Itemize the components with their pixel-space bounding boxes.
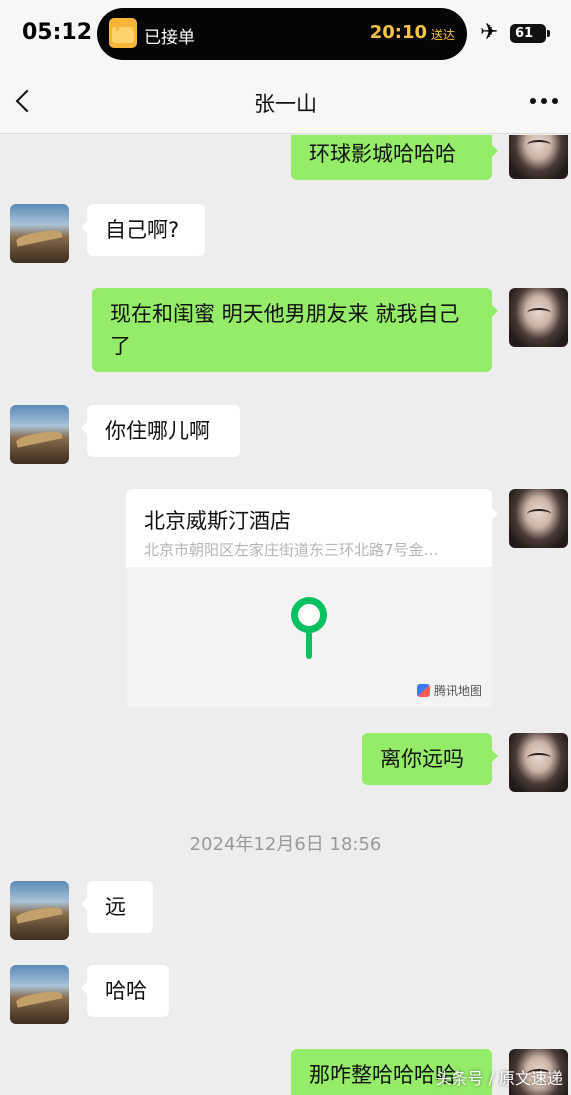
message-bubble-sent[interactable]: 环球影城哈哈哈 [291,135,498,180]
map-provider: 腾讯地图 [416,682,482,699]
watermark: 头条号 / 原文速递 [435,1069,563,1088]
battery-icon: 61 [510,24,550,43]
status-bar: 05:12 已接单 20:10 送达 ✈ 61 [0,0,571,68]
location-card[interactable]: 北京威斯汀酒店 北京市朝阳区左家庄街道东三环北路7号金… 腾讯地图 [126,489,492,707]
message-bubble-sent[interactable]: 现在和闺蜜 明天他男朋友来 就我自己了 [92,288,498,372]
contact-avatar[interactable] [10,881,69,940]
message-bubble-received[interactable]: 远 [81,881,153,933]
my-avatar[interactable] [509,489,568,548]
contact-avatar[interactable] [10,405,69,464]
my-avatar[interactable] [509,733,568,792]
activity-eta-suffix: 送达 [430,28,455,42]
message-bubble-received[interactable]: 自己啊? [81,204,205,256]
map-provider-label: 腾讯地图 [433,684,482,698]
delivery-bag-icon [109,18,137,48]
message-timestamp: 2024年12月6日 18:56 [189,834,382,855]
location-address: 北京市朝阳区左家庄街道东三环北路7号金… [144,541,439,559]
location-map-preview: 腾讯地图 [126,567,492,707]
chat-title: 张一山 [254,92,317,116]
message-list[interactable]: 环球影城哈哈哈 自己啊? 现在和闺蜜 明天他男朋友来 就我自己了 你住哪儿啊 北… [0,135,571,1095]
message-bubble-received[interactable]: 你住哪儿啊 [81,405,240,457]
message-bubble-received[interactable]: 哈哈 [81,965,169,1017]
activity-eta: 20:10 [369,22,427,43]
message-bubble-sent[interactable]: 离你远吗 [362,733,498,785]
tencent-map-icon [416,684,430,697]
my-avatar[interactable] [509,288,568,347]
map-pin-icon [291,597,327,659]
location-card-tail [491,507,498,521]
live-activity-island[interactable]: 已接单 20:10 送达 [97,8,467,60]
contact-avatar[interactable] [10,965,69,1024]
airplane-mode-icon: ✈ [480,20,499,45]
chat-header: 张一山 [0,68,571,134]
contact-avatar[interactable] [10,204,69,263]
activity-label: 已接单 [144,28,195,48]
status-time: 05:12 [22,20,93,45]
location-name: 北京威斯汀酒店 [144,509,291,533]
my-avatar[interactable] [509,135,568,179]
more-options-icon[interactable] [530,98,558,106]
